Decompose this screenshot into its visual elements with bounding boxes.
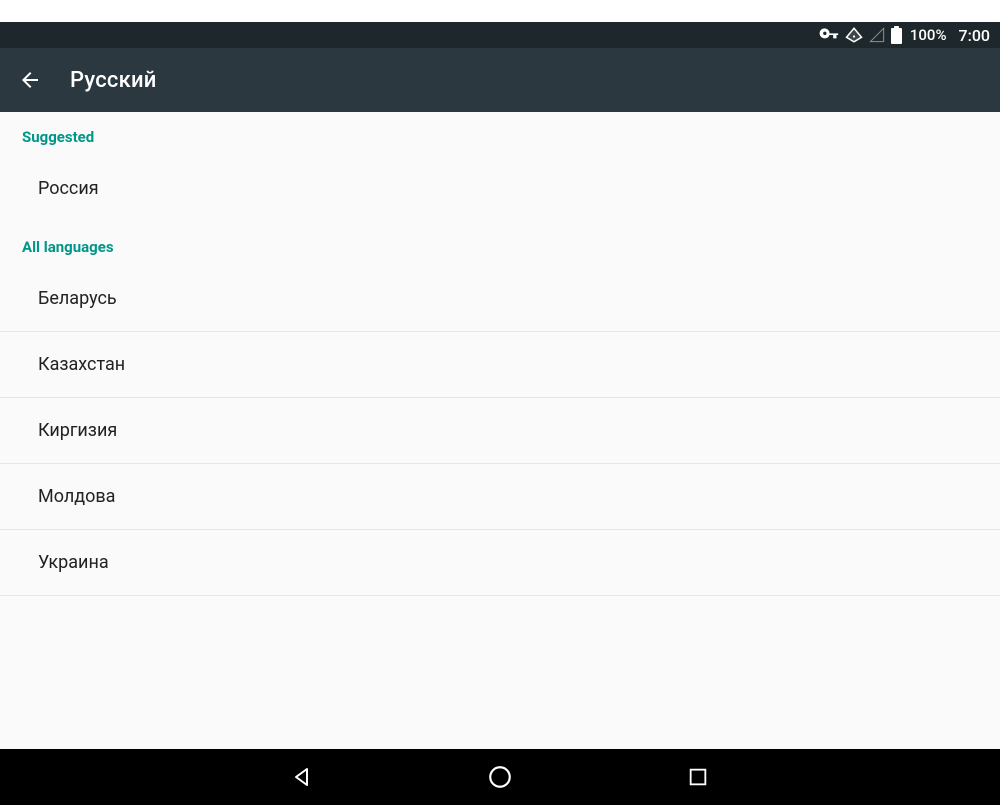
nav-home-button[interactable] — [486, 763, 514, 791]
section-suggested: Россия — [0, 156, 1000, 222]
list-item[interactable]: Молдова — [0, 464, 1000, 530]
back-button[interactable] — [18, 68, 42, 92]
navigation-bar — [0, 749, 1000, 805]
list-item[interactable]: Беларусь — [0, 266, 1000, 332]
list-item-label: Украина — [38, 552, 109, 573]
vpn-key-icon — [819, 25, 839, 45]
language-list: Suggested Россия All languages Беларусь … — [0, 112, 1000, 749]
nav-back-button[interactable] — [288, 763, 316, 791]
battery-icon — [891, 26, 902, 44]
cell-signal-icon — [869, 27, 885, 43]
list-item[interactable]: Киргизия — [0, 398, 1000, 464]
list-item-label: Россия — [38, 178, 99, 199]
square-recent-icon — [687, 766, 709, 788]
list-item[interactable]: Казахстан — [0, 332, 1000, 398]
status-clock: 7:00 — [959, 26, 991, 45]
list-item-label: Беларусь — [38, 288, 117, 309]
nav-recent-button[interactable] — [684, 763, 712, 791]
app-bar: Русский — [0, 48, 1000, 112]
triangle-back-icon — [290, 765, 314, 789]
list-item[interactable]: Россия — [0, 156, 1000, 222]
list-item[interactable]: Украина — [0, 530, 1000, 596]
status-bar: 100% 7:00 — [0, 22, 1000, 48]
circle-home-icon — [487, 764, 513, 790]
section-all-header: All languages — [0, 222, 1000, 266]
section-suggested-header: Suggested — [0, 112, 1000, 156]
list-item-label: Казахстан — [38, 354, 125, 375]
wifi-icon — [845, 26, 863, 44]
arrow-back-icon — [18, 67, 42, 93]
page-title: Русский — [70, 68, 157, 93]
list-item-label: Молдова — [38, 486, 115, 507]
device-frame: 100% 7:00 Русский Suggested Россия All l… — [0, 22, 1000, 805]
list-item-label: Киргизия — [38, 420, 117, 441]
section-all: Беларусь Казахстан Киргизия Молдова Укра… — [0, 266, 1000, 596]
battery-percentage: 100% — [910, 26, 947, 44]
